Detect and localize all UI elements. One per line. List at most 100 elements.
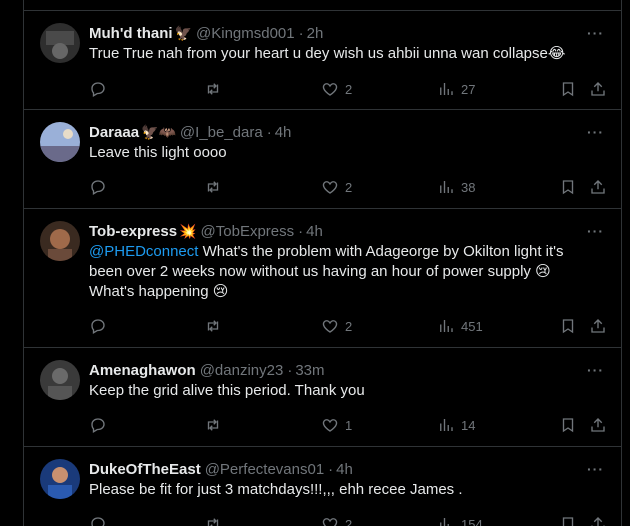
username[interactable]: @Kingmsd001 bbox=[196, 24, 295, 44]
name-emoji: 💥 bbox=[179, 224, 197, 240]
mention-link[interactable]: @PHEDconnect bbox=[89, 243, 198, 260]
analytics-icon bbox=[440, 518, 449, 526]
more-icon[interactable]: ··· bbox=[587, 362, 604, 378]
tweet[interactable]: Muh'd thani 🦅 @Kingmsd001 · 2h ··· True … bbox=[24, 10, 621, 110]
more-icon[interactable]: ··· bbox=[587, 124, 604, 140]
timestamp[interactable]: 33m bbox=[295, 361, 324, 381]
tweet[interactable]: Tob-express 💥 @TobExpress · 4h ··· @PHED… bbox=[24, 209, 621, 348]
separator: · bbox=[266, 124, 272, 141]
timestamp[interactable]: 4h bbox=[306, 222, 323, 242]
tweet-header: Daraaa 🦅🦇 @I_be_dara · 4h bbox=[89, 123, 291, 143]
heart-icon bbox=[322, 518, 338, 526]
bookmark-button[interactable] bbox=[559, 79, 577, 99]
views-button[interactable]: 27 bbox=[437, 79, 475, 99]
timeline: Muh'd thani 🦅 @Kingmsd001 · 2h ··· True … bbox=[23, 0, 622, 526]
like-button[interactable]: 2 bbox=[321, 316, 352, 336]
view-count: 38 bbox=[461, 179, 476, 195]
repost-icon bbox=[207, 320, 219, 332]
share-icon bbox=[591, 180, 605, 194]
views-button[interactable]: 451 bbox=[437, 316, 483, 336]
repost-button[interactable] bbox=[204, 79, 222, 99]
tweet-text: Leave this light oooo bbox=[89, 144, 227, 161]
avatar[interactable] bbox=[40, 360, 80, 400]
separator: · bbox=[287, 362, 293, 379]
views-button[interactable]: 38 bbox=[437, 177, 475, 197]
views-button[interactable]: 14 bbox=[437, 415, 475, 435]
like-count: 2 bbox=[345, 516, 353, 526]
display-name[interactable]: Tob-express bbox=[89, 222, 177, 242]
like-button[interactable]: 1 bbox=[321, 415, 352, 435]
avatar[interactable] bbox=[40, 23, 80, 63]
more-icon[interactable]: ··· bbox=[587, 461, 604, 477]
tweet[interactable]: Daraaa 🦅🦇 @I_be_dara · 4h ··· Leave this… bbox=[24, 110, 621, 209]
heart-icon bbox=[322, 83, 338, 96]
bookmark-button[interactable] bbox=[559, 514, 577, 526]
view-count: 27 bbox=[461, 81, 476, 97]
share-button[interactable] bbox=[589, 177, 607, 197]
view-count: 451 bbox=[461, 318, 483, 334]
tweet-header: DukeOfTheEast @Perfectevans01 · 4h bbox=[89, 460, 353, 480]
username[interactable]: @danziny23 bbox=[200, 361, 284, 381]
views-button[interactable]: 154 bbox=[437, 514, 483, 526]
more-icon[interactable]: ··· bbox=[587, 25, 604, 41]
display-name[interactable]: Muh'd thani bbox=[89, 24, 173, 44]
display-name[interactable]: Daraaa bbox=[89, 123, 139, 143]
display-name[interactable]: DukeOfTheEast bbox=[89, 460, 201, 480]
separator: · bbox=[298, 25, 304, 42]
timestamp[interactable]: 2h bbox=[307, 24, 324, 44]
username[interactable]: @I_be_dara bbox=[180, 123, 263, 143]
tweet-header: Tob-express 💥 @TobExpress · 4h bbox=[89, 222, 323, 242]
repost-icon bbox=[207, 181, 219, 193]
tweet-text-line: been over 2 weeks now without us having … bbox=[89, 263, 551, 280]
username[interactable]: @TobExpress bbox=[201, 222, 295, 242]
like-button[interactable]: 2 bbox=[321, 79, 352, 99]
bookmark-icon bbox=[562, 319, 574, 334]
bookmark-icon bbox=[562, 517, 574, 526]
username[interactable]: @Perfectevans01 bbox=[205, 460, 324, 480]
timestamp[interactable]: 4h bbox=[275, 123, 292, 143]
reply-icon bbox=[91, 319, 105, 334]
share-button[interactable] bbox=[589, 316, 607, 336]
analytics-icon bbox=[440, 181, 453, 193]
bookmark-button[interactable] bbox=[559, 316, 577, 336]
display-name[interactable]: Amenaghawon bbox=[89, 361, 196, 381]
avatar[interactable] bbox=[40, 122, 80, 162]
analytics-icon bbox=[440, 83, 453, 95]
repost-button[interactable] bbox=[204, 514, 222, 526]
reply-button[interactable] bbox=[89, 177, 107, 197]
share-icon bbox=[591, 82, 605, 96]
tweet-actions: 2 27 bbox=[89, 79, 609, 99]
tweet-text: Keep the grid alive this period. Thank y… bbox=[89, 382, 365, 399]
reply-button[interactable] bbox=[89, 79, 107, 99]
repost-button[interactable] bbox=[204, 415, 222, 435]
tweet-header: Muh'd thani 🦅 @Kingmsd001 · 2h bbox=[89, 24, 323, 44]
more-icon[interactable]: ··· bbox=[587, 223, 604, 239]
view-count: 14 bbox=[461, 417, 476, 433]
tweet[interactable]: DukeOfTheEast @Perfectevans01 · 4h ··· P… bbox=[24, 447, 621, 526]
like-button[interactable]: 2 bbox=[321, 177, 352, 197]
reply-button[interactable] bbox=[89, 316, 107, 336]
repost-button[interactable] bbox=[204, 316, 222, 336]
share-button[interactable] bbox=[589, 514, 607, 526]
bookmark-button[interactable] bbox=[559, 415, 577, 435]
share-button[interactable] bbox=[589, 415, 607, 435]
reply-button[interactable] bbox=[89, 415, 107, 435]
repost-icon bbox=[207, 83, 219, 95]
tweet-actions: 2 451 bbox=[89, 316, 609, 336]
bookmark-button[interactable] bbox=[559, 177, 577, 197]
view-count: 154 bbox=[461, 516, 483, 526]
share-icon bbox=[591, 319, 605, 333]
avatar[interactable] bbox=[40, 459, 80, 499]
share-button[interactable] bbox=[589, 79, 607, 99]
heart-icon bbox=[322, 320, 338, 333]
name-emoji: 🦅🦇 bbox=[141, 125, 176, 141]
repost-button[interactable] bbox=[204, 177, 222, 197]
reply-button[interactable] bbox=[89, 514, 107, 526]
like-button[interactable]: 2 bbox=[321, 514, 352, 526]
like-count: 2 bbox=[345, 179, 353, 195]
heart-icon bbox=[322, 181, 338, 194]
timestamp[interactable]: 4h bbox=[336, 460, 353, 480]
tweet[interactable]: Amenaghawon @danziny23 · 33m ··· Keep th… bbox=[24, 348, 621, 447]
tweet-text: Please be fit for just 3 matchdays!!!,,,… bbox=[89, 481, 463, 498]
avatar[interactable] bbox=[40, 221, 80, 261]
